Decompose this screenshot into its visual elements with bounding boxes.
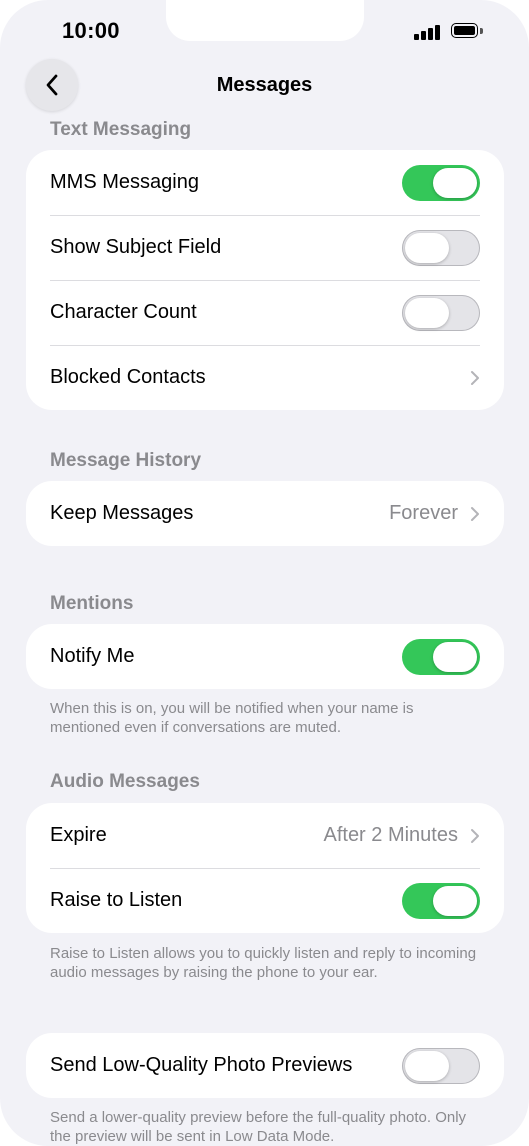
cellular-signal-icon — [414, 24, 444, 40]
row-label: Show Subject Field — [50, 236, 222, 258]
row-label: Keep Messages — [50, 502, 194, 524]
chevron-right-icon — [471, 370, 479, 385]
row-low-quality-previews: Send Low-Quality Photo Previews — [26, 1033, 504, 1098]
row-value: After 2 Minutes — [323, 824, 458, 846]
row-label: Notify Me — [50, 645, 135, 667]
show-subject-field-toggle[interactable] — [402, 229, 480, 266]
row-label: Blocked Contacts — [50, 366, 206, 388]
section-header-mentions: Mentions — [50, 593, 134, 614]
row-character-count: Character Count — [26, 280, 504, 345]
section-header-audio-messages: Audio Messages — [50, 771, 200, 792]
row-label: Expire — [50, 824, 107, 846]
section-header-text-messaging: Text Messaging — [50, 119, 192, 140]
row-keep-messages[interactable]: Keep Messages Forever — [26, 481, 504, 546]
section-header-message-history: Message History — [50, 450, 202, 471]
audio-messages-group: Expire After 2 Minutes Raise to Listen — [26, 803, 504, 933]
message-history-group: Keep Messages Forever — [26, 481, 504, 546]
row-raise-to-listen: Raise to Listen — [26, 868, 504, 933]
text-messaging-group: MMS Messaging Show Subject Field Charact… — [26, 150, 504, 410]
battery-icon — [451, 23, 483, 40]
chevron-right-icon — [471, 828, 479, 843]
status-time: 10:00 — [62, 18, 120, 43]
notify-me-toggle[interactable] — [402, 638, 480, 675]
row-label: Raise to Listen — [50, 889, 183, 911]
row-mms-messaging: MMS Messaging — [26, 150, 504, 215]
row-blocked-contacts[interactable]: Blocked Contacts — [26, 345, 504, 410]
row-notify-me: Notify Me — [26, 624, 504, 689]
dynamic-island-notch — [166, 0, 364, 41]
low-quality-previews-toggle[interactable] — [402, 1047, 480, 1084]
row-label: MMS Messaging — [50, 171, 199, 193]
row-label: Send Low-Quality Photo Previews — [50, 1054, 353, 1076]
low-quality-group: Send Low-Quality Photo Previews — [26, 1033, 504, 1098]
low-quality-footer-note: Send a lower-quality preview before the … — [50, 1109, 467, 1145]
mentions-footer-note: When this is on, you will be notified wh… — [50, 700, 414, 736]
character-count-toggle[interactable] — [402, 294, 480, 331]
audio-messages-footer-note: Raise to Listen allows you to quickly li… — [50, 945, 477, 981]
mentions-group: Notify Me — [26, 624, 504, 689]
chevron-right-icon — [471, 506, 479, 521]
row-expire[interactable]: Expire After 2 Minutes — [26, 803, 504, 868]
page-title: Messages — [216, 74, 313, 96]
row-value: Forever — [389, 502, 458, 524]
row-label: Character Count — [50, 301, 197, 323]
phone-screen: 10:00 Messages Text Messaging MMS Messag… — [0, 0, 529, 1146]
raise-to-listen-toggle[interactable] — [402, 882, 480, 919]
mms-messaging-toggle[interactable] — [402, 164, 480, 201]
row-show-subject-field: Show Subject Field — [26, 215, 504, 280]
